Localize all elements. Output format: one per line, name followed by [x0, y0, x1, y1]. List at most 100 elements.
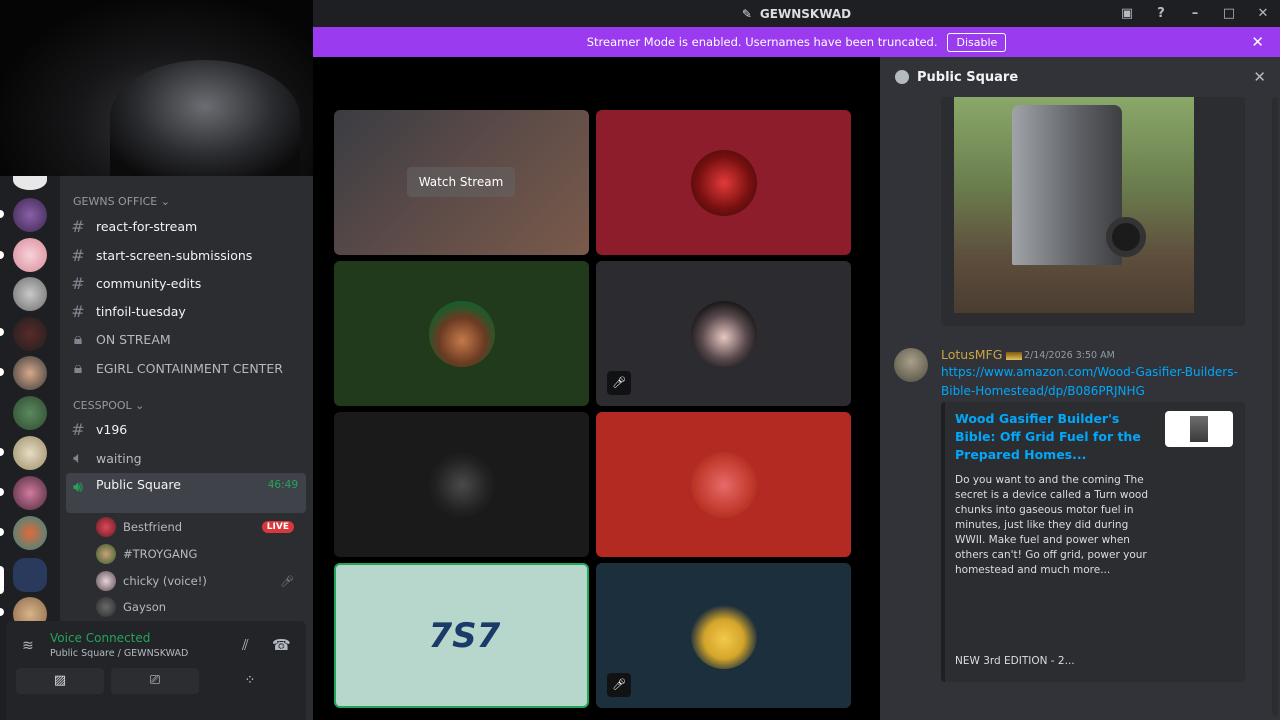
- channel-waiting[interactable]: 🔈︎ waiting: [66, 445, 306, 471]
- title-bar: ✎ GEWNSKWAD ▣ ? – □ ✕: [313, 0, 1280, 27]
- stream-tile[interactable]: Watch Stream: [334, 110, 589, 255]
- speaker-icon: 🔈︎: [73, 448, 83, 467]
- watch-stream-button[interactable]: Watch Stream: [407, 167, 515, 197]
- flag-icon: [1006, 351, 1023, 360]
- server-icon[interactable]: [13, 476, 47, 510]
- avatar: [96, 597, 116, 617]
- channel-tinfoil-tuesday[interactable]: # tinfoil-tuesday: [66, 298, 306, 324]
- participant-tile[interactable]: 🎤︎: [596, 261, 851, 406]
- server-icon[interactable]: [13, 516, 47, 550]
- webcam-overlay: [0, 0, 313, 176]
- server-icon[interactable]: [13, 317, 47, 351]
- server-icon-gewnskwad[interactable]: [13, 558, 47, 592]
- channel-v196[interactable]: # v196: [66, 416, 306, 442]
- close-icon[interactable]: ✕: [1253, 68, 1266, 86]
- embed-description: Do you want to and the coming The secret…: [955, 474, 1149, 576]
- server-icon[interactable]: [13, 396, 47, 430]
- live-badge: LIVE: [261, 521, 294, 533]
- server-icon[interactable]: [13, 356, 47, 390]
- participant-tile[interactable]: 🎤︎: [596, 563, 851, 708]
- channel-react-for-stream[interactable]: # react-for-stream: [66, 213, 306, 239]
- lock-icon: 🔒︎: [73, 358, 83, 377]
- hashtag-icon: #: [71, 216, 85, 236]
- chat-header: Public Square ✕: [880, 57, 1280, 97]
- hashtag-icon: #: [71, 273, 85, 293]
- participant-tile[interactable]: [334, 261, 589, 406]
- participant-tile[interactable]: [334, 412, 589, 557]
- screen-share-button[interactable]: ⎚: [111, 668, 199, 694]
- avatar[interactable]: [894, 348, 928, 382]
- unread-indicator: [0, 488, 4, 496]
- maximize-button[interactable]: □: [1212, 6, 1246, 21]
- disable-button[interactable]: Disable: [947, 32, 1007, 52]
- disconnect-icon[interactable]: ☎: [272, 636, 291, 654]
- server-icon[interactable]: [13, 436, 47, 470]
- selected-indicator: [0, 566, 4, 594]
- channel-start-screen-submissions[interactable]: # start-screen-submissions: [66, 242, 306, 268]
- avatar: [96, 544, 116, 564]
- scrollbar[interactable]: [1272, 97, 1278, 717]
- embed-image[interactable]: [954, 97, 1194, 313]
- chat-bubble-icon: [895, 70, 909, 84]
- avatar: [690, 451, 757, 518]
- message-link[interactable]: https://www.amazon.com/Wood-Gasifier-Bui…: [941, 363, 1241, 401]
- unread-indicator: [0, 528, 4, 536]
- chat-title: Public Square: [917, 69, 1019, 85]
- unread-indicator: [0, 251, 4, 259]
- voice-user-chicky[interactable]: chicky (voice!) 🎤︎: [96, 569, 302, 593]
- app-logo-icon: ✎: [741, 6, 752, 21]
- voice-connection-panel: ≋ Voice Connected Public Square / GEWNSK…: [6, 621, 306, 720]
- channel-on-stream[interactable]: 🔒︎ ON STREAM: [66, 326, 306, 352]
- embed-title[interactable]: Wood Gasifier Builder's Bible: Off Grid …: [955, 410, 1160, 464]
- embed-thumbnail[interactable]: [1165, 411, 1233, 447]
- category-cesspool[interactable]: CESSPOOL ⌄: [73, 399, 144, 412]
- voice-user-bestfriend[interactable]: Bestfriend LIVE: [96, 515, 302, 539]
- avatar: [96, 571, 116, 591]
- hashtag-icon: #: [71, 245, 85, 265]
- book-icon: [1190, 416, 1208, 442]
- mic-muted-icon: 🎤︎: [607, 371, 631, 395]
- signal-icon[interactable]: ≋: [22, 638, 34, 654]
- help-icon[interactable]: ?: [1144, 6, 1178, 21]
- avatar: [428, 451, 495, 518]
- webcam-person: [110, 60, 300, 176]
- channel-community-edits[interactable]: # community-edits: [66, 270, 306, 296]
- server-icon[interactable]: [13, 198, 47, 232]
- activities-button[interactable]: ⁘: [206, 668, 294, 694]
- mic-muted-icon: 🎤︎: [607, 673, 631, 697]
- voice-stage: Watch Stream 🎤︎ 7S7 🎤︎: [313, 57, 880, 720]
- image-embed: [941, 97, 1245, 326]
- unread-indicator: [0, 608, 4, 616]
- participant-tile-speaking[interactable]: 7S7: [334, 563, 589, 708]
- voice-user-troygang[interactable]: #TROYGANG: [96, 542, 302, 566]
- inbox-icon[interactable]: ▣: [1110, 6, 1144, 21]
- avatar: [690, 602, 757, 669]
- camera-off-button[interactable]: ▨: [16, 668, 104, 694]
- streamer-mode-banner: Streamer Mode is enabled. Usernames have…: [313, 27, 1280, 57]
- voice-user-gayson[interactable]: Gayson: [96, 595, 302, 619]
- server-icon[interactable]: [13, 238, 47, 272]
- speaker-icon: 🔊︎: [72, 477, 84, 496]
- unread-indicator: [0, 328, 4, 336]
- server-icon[interactable]: [13, 277, 47, 311]
- avatar: [428, 300, 495, 367]
- unread-indicator: [0, 210, 4, 218]
- voice-status[interactable]: Voice Connected: [50, 631, 150, 645]
- embed-extra: NEW 3rd EDITION - 2...: [955, 655, 1075, 667]
- noise-suppression-icon[interactable]: ⫽: [242, 636, 249, 654]
- channel-public-square[interactable]: 🔊︎ Public Square 46:49: [66, 473, 306, 513]
- hashtag-icon: #: [71, 419, 85, 439]
- participant-tile[interactable]: [596, 412, 851, 557]
- channel-egirl-containment-center[interactable]: 🔒︎ EGIRL CONTAINMENT CENTER: [66, 355, 306, 381]
- close-icon[interactable]: ✕: [1251, 33, 1264, 51]
- voice-location: Public Square / GEWNSKWAD: [50, 648, 189, 659]
- chat-panel: Public Square ✕ LotusMFG 2/14/2026 3:50 …: [880, 57, 1280, 720]
- close-window-button[interactable]: ✕: [1246, 6, 1280, 21]
- category-gewns-office[interactable]: GEWNS OFFICE ⌄: [73, 195, 170, 208]
- minimize-button[interactable]: –: [1178, 6, 1212, 21]
- hashtag-icon: #: [71, 301, 85, 321]
- avatar: [96, 517, 116, 537]
- participant-tile[interactable]: [596, 110, 851, 255]
- message-author[interactable]: LotusMFG: [941, 347, 1026, 362]
- avatar: [690, 149, 757, 216]
